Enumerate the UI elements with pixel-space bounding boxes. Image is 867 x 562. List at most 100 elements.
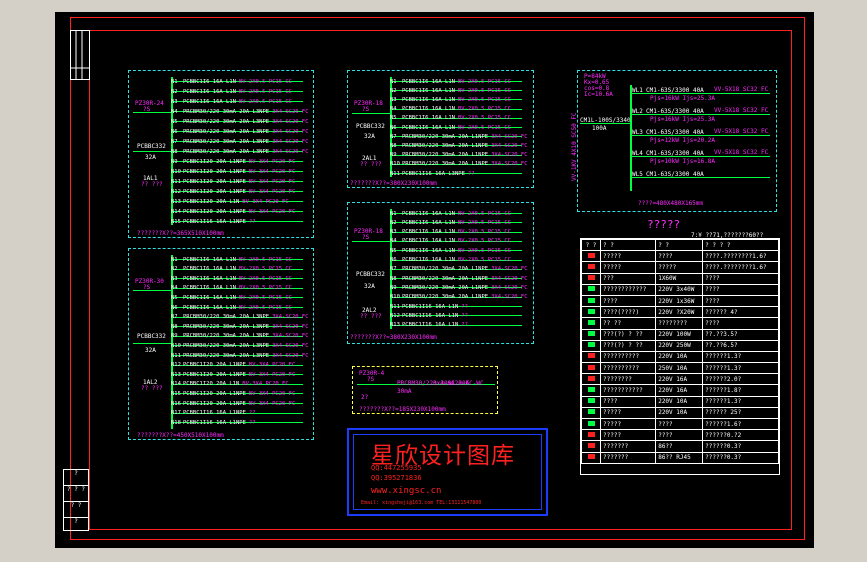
circuit-device: PCBBC1I20 20A L1NPE bbox=[183, 371, 246, 378]
legend-row: ??? 1X60W???? bbox=[581, 272, 779, 285]
circuit-id: N9 bbox=[390, 284, 397, 291]
legend-row: ???????? 220V 16A ??????2.0? bbox=[581, 373, 779, 386]
circuit-row: N3 PCBBC1I6 16A L1N BV-2X0.5 PC15 CC bbox=[390, 228, 522, 237]
legend-symbol-icon bbox=[581, 317, 601, 330]
feeder-id: WL1 bbox=[632, 87, 643, 94]
legend-name: ?????????? bbox=[599, 350, 657, 364]
legend-install: ??????1.6? bbox=[702, 417, 779, 431]
legend-name: ???????????? bbox=[599, 283, 657, 296]
circuit-id: N2 bbox=[171, 88, 178, 95]
circuit-cable: BV-2X0.5 PC15 CC bbox=[238, 285, 292, 292]
legend-install: ???? bbox=[702, 317, 779, 330]
legend-install: ??????1.3? bbox=[702, 362, 779, 375]
circuit-row: N9 PRCBM30/220 30mA 20A L1NPE 3X4-SC20 FC bbox=[390, 283, 528, 292]
circuit-id: N10 bbox=[171, 168, 181, 175]
legend-row: ???(?) ? ?? 220V 250W ??.??6.5? bbox=[581, 339, 779, 352]
circuit-id: N14 bbox=[171, 381, 181, 388]
legend-header: ? ? ? ? bbox=[702, 238, 779, 252]
circuit-cable: BV-3X4 PC20 FC bbox=[248, 400, 296, 407]
legend-row: ?? ?????????????? bbox=[581, 317, 779, 330]
legend-install: ??.??6.5? bbox=[702, 339, 779, 352]
circuit-id: N11 bbox=[171, 352, 181, 359]
circuit-device: PCBBC1I20 20A L1NPE bbox=[183, 362, 246, 369]
circuit-cable: BV-3X4 PC20 FC bbox=[248, 178, 296, 185]
watermark-url: www.xingsc.cn bbox=[371, 486, 442, 496]
main-breaker-label: PCBBC332 bbox=[356, 271, 385, 278]
legend-symbol-icon bbox=[581, 440, 601, 453]
circuit-cable: ?? bbox=[248, 218, 256, 225]
legend-name: ???? bbox=[599, 294, 657, 308]
circuit-device: PRCBM30/220 30mA 20A L3NPE bbox=[183, 342, 270, 349]
legend-row: ????????? ????.????????1.6? bbox=[581, 250, 779, 263]
main-breaker-amp: 32A bbox=[145, 154, 156, 161]
feeder-cable: VV-5X18 SC32 FC bbox=[714, 149, 769, 156]
circuit-cable: BV-3X4 PC20 FC bbox=[248, 188, 296, 195]
feeder-load: Pjs=10kW Ijs=16.8A bbox=[650, 158, 716, 165]
incoming-cable: VV-1KV 4X10 SC50 FC bbox=[571, 112, 578, 181]
legend-name: ????? bbox=[599, 250, 657, 263]
circuit-device: PCBBC1I6 16A L1N bbox=[402, 96, 455, 103]
circuit-id: N5 bbox=[171, 118, 178, 125]
circuit-device: PCBBC1I20 20A L1N bbox=[183, 198, 240, 205]
feeder-breaker: CM1-63S/3300 40A bbox=[646, 129, 704, 136]
legend-spec: 220V 10A bbox=[655, 395, 704, 408]
circuit-id: N11 bbox=[390, 170, 400, 177]
panel-2AL2: PZ30R-18 ?S PCBBC332 32A 2AL2 ?? ??? N1 P… bbox=[347, 202, 534, 344]
circuit-device: PRCBM30/220 30mA 20A L1NPE bbox=[402, 266, 489, 273]
circuit-cable: BV-2X0.5 PC15 CC bbox=[457, 78, 511, 85]
feeder-id: WL3 bbox=[632, 129, 643, 136]
feeder-cable: VV-5X18 SC32 FC bbox=[714, 86, 769, 93]
circuit-id: N3 bbox=[390, 96, 397, 103]
circuit-device: PCBBC1I16 16A L1NPE bbox=[183, 410, 246, 417]
circuit-id: N11 bbox=[390, 303, 400, 310]
circuit-row: N13 PCBBC1I20 20A L1N BV-3X4 PC20 FC bbox=[171, 197, 303, 206]
legend-symbol-icon bbox=[581, 373, 601, 386]
circuit-id: N4 bbox=[390, 238, 397, 245]
legend-install: ???? bbox=[702, 294, 779, 308]
circuit-cable: BV-2X0.5 PC15 CC bbox=[238, 88, 292, 95]
circuit-row: N18 PCBBC1I16 16A L1NPE?? bbox=[171, 418, 303, 427]
circuit-id: N11 bbox=[171, 178, 181, 185]
circuit-device: PCBBC1I20 20A L1NPE bbox=[183, 390, 246, 397]
circuit-cable: ?? bbox=[248, 419, 256, 426]
legend-spec: 220V 3x40W bbox=[655, 283, 704, 296]
circuit-row: N7 PRCBM30/220 30mA 20A L3NPE 3X4-SC20 FC bbox=[171, 137, 309, 146]
circuit-id: N10 bbox=[171, 342, 181, 349]
legend-name: ?????????? bbox=[599, 362, 657, 375]
legend-symbol-icon bbox=[581, 294, 601, 308]
revision-column bbox=[70, 30, 90, 80]
circuit-id: N3 bbox=[171, 98, 178, 105]
main-breaker-label: PCBBC332 bbox=[356, 123, 385, 130]
circuit-cable: BV-3X4 PC20 FC bbox=[248, 168, 296, 175]
circuit-row: N1 PCBBC1I6 16A L1N BV-2X0.5 PC15 CC bbox=[390, 209, 522, 218]
legend-spec: 250V 10A bbox=[655, 362, 704, 375]
legend-row: ????????? ??????1.6? bbox=[581, 417, 779, 431]
circuit-cable: BV-3X4 PC20 FC bbox=[248, 371, 296, 378]
circuit-cable: BV-2X0.5 PC15 CC bbox=[457, 115, 511, 122]
legend-name: ??? bbox=[599, 272, 657, 285]
circuit-row: N3 PCBBC1I6 16A L1N BV-2X0.5 PC15 CC bbox=[171, 97, 303, 106]
legend-name: ????? bbox=[599, 429, 657, 442]
circuit-device: PCBBC1I16 16A L3NPE bbox=[402, 170, 465, 177]
circuit-cable: BV-2X0.5 PC15 CC bbox=[238, 256, 292, 263]
feeder-id: WL4 bbox=[632, 150, 643, 157]
circuit-row: N4 PCBBC1I6 16A L1N BV-2X0.5 PC15 CC bbox=[390, 237, 522, 246]
circuit-device: PRCBM30/220 30mA 20A L3NPE bbox=[183, 118, 270, 125]
circuit-device: PCBBC1I6 16A L1N bbox=[402, 238, 455, 245]
circuit-id: N17 bbox=[171, 410, 181, 417]
panel-dimensions: ????=480X480X165mm bbox=[638, 200, 704, 207]
circuit-cable: 3X4-SC20 FC bbox=[272, 138, 309, 145]
feeder-breaker: CM1-63S/3300 40A bbox=[646, 171, 704, 178]
circuit-cable: BV-2X0.5 PC15 CC bbox=[238, 78, 292, 85]
title-box: ? ? ? ? ? ? ? bbox=[63, 469, 89, 531]
panel-1AL2: PZ30R-30 ?S PCBBC332 32A 1AL2 ?? ??? N1 P… bbox=[128, 248, 314, 440]
circuit-cable: BV-2X0.5 PC15 CC bbox=[238, 98, 292, 105]
circuit-row: N7 PRCBM30/220 30mA 20A L3NPE 3X4-SC20 FC bbox=[171, 313, 309, 322]
circuit-device: PCBBC1I6 16A L1N bbox=[183, 266, 236, 273]
circuit-device: PRCBM30/220 30mA 20A L1NPE bbox=[402, 294, 489, 301]
circuit-row: N10 PCBBC1I20 20A L1NPE BV-3X4 PC20 FC bbox=[171, 167, 303, 176]
legend-row: ????? 220V 10A?????? 25? bbox=[581, 406, 779, 420]
legend-install: ??????2.0? bbox=[702, 373, 779, 386]
circuit-row: N15 PCBBC1I16 16A L1NPE?? bbox=[171, 217, 303, 226]
circuit-row: N8 PRCBM30/220 30mA 20A L1NPE 3X4-SC20 FC bbox=[390, 274, 528, 283]
